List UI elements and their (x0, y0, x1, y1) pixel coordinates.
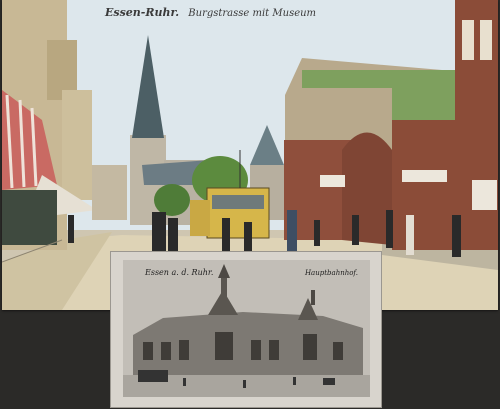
bottom-postcard: Essen a. d. Ruhr. Hauptbahnhof. (111, 252, 381, 407)
tram-in-square (138, 370, 168, 382)
top-postcard-location: Essen-Ruhr. (105, 6, 180, 19)
bottom-postcard-subtitle: Hauptbahnhof. (304, 269, 358, 277)
top-postcard-caption: Essen-Ruhr. Burgstrasse mit Museum (105, 6, 316, 19)
station-tower (221, 275, 227, 297)
bottom-postcard-location: Essen a. d. Ruhr. (145, 268, 214, 277)
station-illustration (123, 260, 370, 397)
top-postcard-subtitle: Burgstrasse mit Museum (188, 8, 317, 19)
station-photo: Essen a. d. Ruhr. Hauptbahnhof. (123, 260, 370, 397)
tree (154, 184, 190, 216)
